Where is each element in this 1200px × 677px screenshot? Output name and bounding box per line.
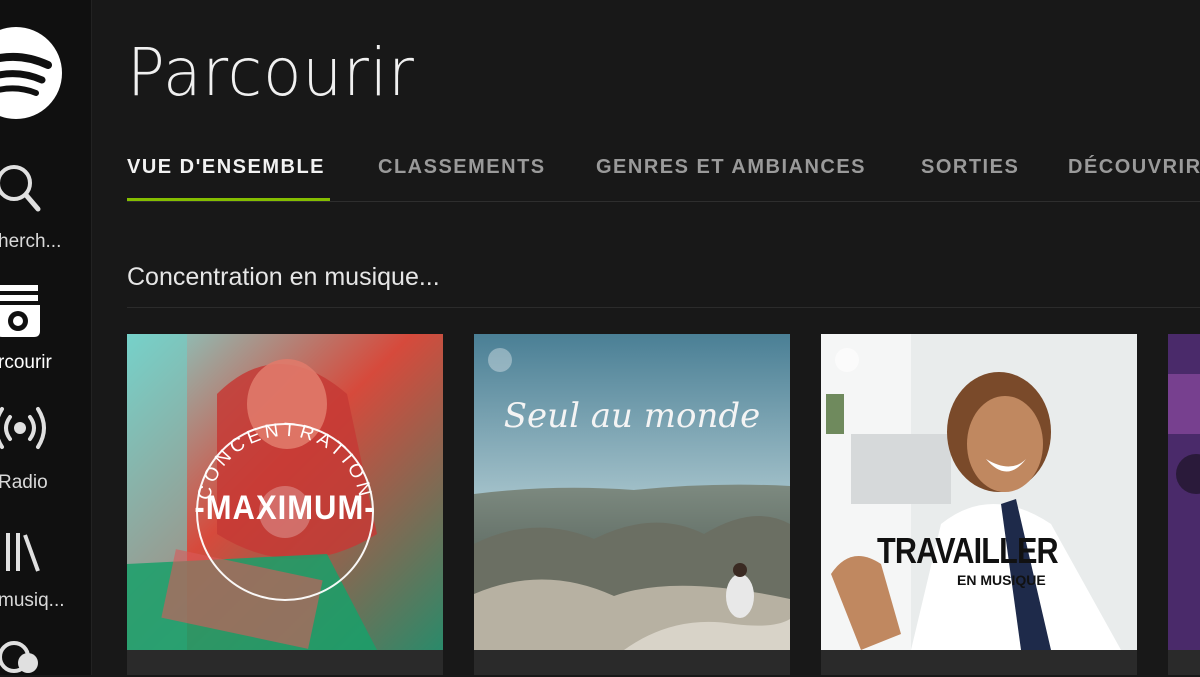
- sidebar-item-browse[interactable]: rcourir: [0, 283, 91, 378]
- card-footer: [474, 650, 790, 675]
- sidebar-item-label: musiq...: [0, 590, 65, 611]
- tab-genres-moods[interactable]: GENRES ET AMBIANCES: [596, 156, 866, 179]
- playlist-card[interactable]: [1168, 334, 1200, 675]
- card-footer: [821, 650, 1137, 675]
- tab-bar: VUE D'ENSEMBLE CLASSEMENTS GENRES ET AMB…: [127, 150, 1200, 203]
- page-title: Parcourir: [127, 34, 415, 111]
- card-footer: [1168, 650, 1200, 675]
- playlist-title: -MAXIMUM-: [194, 488, 376, 527]
- sidebar: herch... rcourir Radio musiq...: [0, 0, 92, 675]
- playlist-cover: CONCENTRATION -MAXIMUM-: [127, 334, 443, 650]
- sidebar-item-follow[interactable]: [0, 637, 91, 675]
- playlist-subtitle: EN MUSIQUE: [957, 572, 1046, 588]
- playlist-card[interactable]: TRAVAILLER EN MUSIQUE: [821, 334, 1137, 675]
- radio-icon: [0, 407, 46, 449]
- follow-icon: [0, 641, 38, 673]
- spotify-logo-icon[interactable]: [0, 27, 62, 119]
- tab-discover[interactable]: DÉCOUVRIR: [1068, 156, 1200, 179]
- playlist-cover: TRAVAILLER EN MUSIQUE: [821, 334, 1137, 650]
- main-content: Parcourir VUE D'ENSEMBLE CLASSEMENTS GEN…: [92, 0, 1200, 675]
- tab-charts[interactable]: CLASSEMENTS: [378, 156, 546, 179]
- playlist-title: Seul au monde: [503, 396, 761, 436]
- playlist-card[interactable]: Seul au monde: [474, 334, 790, 675]
- card-footer: [127, 650, 443, 675]
- sidebar-item-label: rcourir: [0, 352, 52, 373]
- browse-icon: [0, 285, 40, 337]
- divider: [127, 201, 1200, 202]
- section-title: Concentration en musique...: [127, 263, 440, 291]
- tab-overview[interactable]: VUE D'ENSEMBLE: [127, 156, 325, 179]
- playlist-title: TRAVAILLER: [877, 530, 1059, 571]
- sidebar-item-library[interactable]: musiq...: [0, 527, 91, 622]
- sidebar-item-radio[interactable]: Radio: [0, 403, 91, 498]
- divider: [127, 307, 1200, 308]
- playlist-card[interactable]: CONCENTRATION -MAXIMUM-: [127, 334, 443, 675]
- tab-new-releases[interactable]: SORTIES: [921, 156, 1019, 179]
- sidebar-item-label: Radio: [0, 472, 48, 493]
- sidebar-item-search[interactable]: herch...: [0, 163, 91, 258]
- playlist-cover: Seul au monde: [474, 334, 790, 650]
- library-icon: [6, 533, 40, 572]
- playlist-cover: [1168, 334, 1200, 650]
- search-icon: [0, 165, 41, 212]
- sidebar-item-label: herch...: [0, 231, 62, 252]
